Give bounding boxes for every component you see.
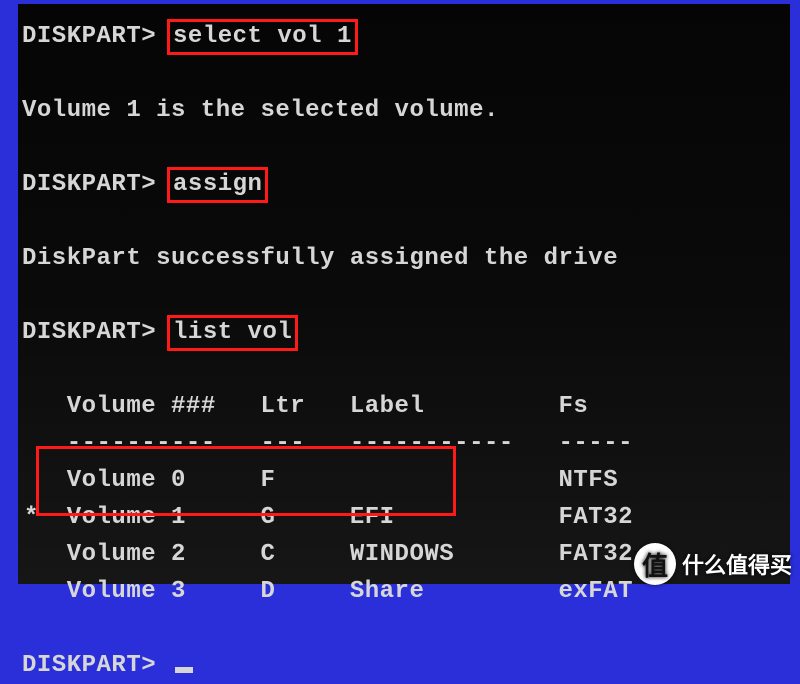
prompt: DISKPART> [22, 652, 156, 679]
cmd-line-4: DISKPART> [22, 647, 790, 684]
prompt: DISKPART> [22, 319, 156, 346]
blank [22, 129, 790, 166]
highlight-assign: assign [167, 167, 268, 203]
highlight-volume-rows [36, 446, 456, 516]
cmd-text: list vol [173, 319, 292, 346]
response-1: Volume 1 is the selected volume. [22, 92, 790, 129]
blank [22, 203, 790, 240]
cursor [175, 667, 193, 673]
cmd-text: select vol 1 [173, 23, 352, 50]
cmd-line-2: DISKPART> assign [22, 166, 790, 203]
cmd-line-3: DISKPART> list vol [22, 314, 790, 351]
highlight-list-vol: list vol [167, 315, 298, 351]
watermark: 值 什么值得买 [634, 543, 792, 585]
blank [22, 277, 790, 314]
cmd-line-1: DISKPART> select vol 1 [22, 18, 790, 55]
blank [22, 55, 790, 92]
table-header: Volume ### Ltr Label Fs [22, 388, 790, 425]
watermark-badge-icon: 值 [634, 543, 676, 585]
prompt: DISKPART> [22, 23, 156, 50]
blank [22, 351, 790, 388]
cmd-text: assign [173, 171, 262, 198]
blank [22, 610, 790, 647]
highlight-select-vol: select vol 1 [167, 19, 358, 55]
diskpart-terminal[interactable]: DISKPART> select vol 1 Volume 1 is the s… [18, 4, 790, 584]
prompt: DISKPART> [22, 171, 156, 198]
response-2: DiskPart successfully assigned the drive [22, 240, 790, 277]
watermark-text: 什么值得买 [682, 548, 792, 580]
